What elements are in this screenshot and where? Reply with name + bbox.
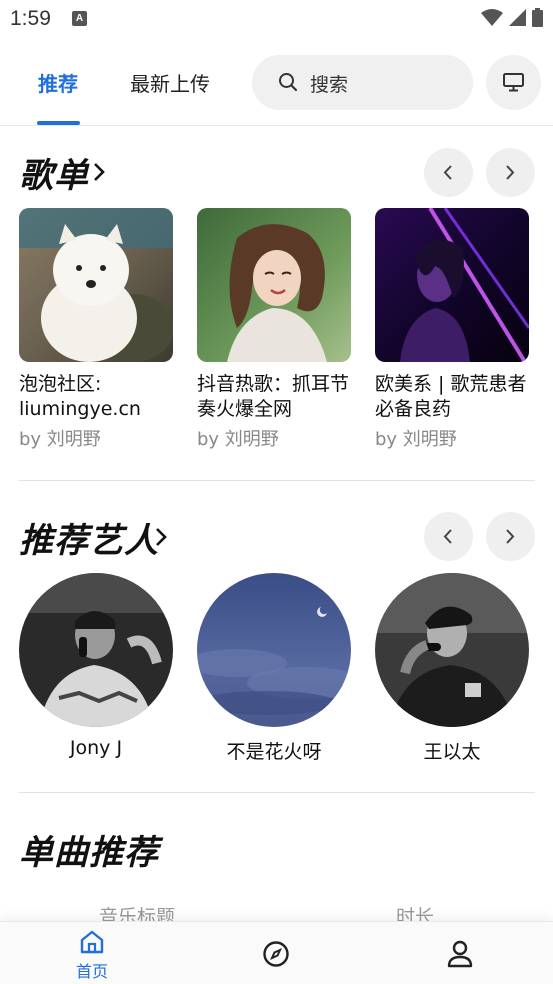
section-title-playlists[interactable]: 歌单 — [19, 148, 89, 197]
playlist-cover-image — [19, 208, 173, 362]
tab-recommend[interactable]: 推荐 — [38, 68, 78, 97]
artist-name: 不是花火呀 — [226, 741, 322, 763]
bottom-navigation: 首页 — [0, 921, 553, 984]
battery-icon — [532, 8, 543, 27]
playlists-next-button[interactable] — [486, 148, 535, 197]
artist-card[interactable]: Jony J — [19, 573, 173, 759]
artist-card[interactable]: 王以太 — [375, 573, 529, 764]
playlist-title: 抖音热歌：抓耳节奏火爆全网 — [197, 373, 350, 420]
chevron-right-icon[interactable] — [92, 162, 106, 182]
playlist-title: 欧美系 | 歌荒患者必备良药 — [375, 373, 527, 420]
home-icon — [80, 930, 104, 954]
search-box[interactable]: 搜索 — [252, 55, 473, 110]
nav-home[interactable]: 首页 — [62, 930, 122, 982]
artist-avatar — [375, 573, 529, 727]
chevron-right-icon — [506, 165, 515, 180]
artist-avatar — [19, 573, 173, 727]
chevron-left-icon — [443, 529, 452, 544]
nav-discover[interactable] — [246, 940, 306, 972]
artist-avatar — [197, 573, 351, 727]
status-time: 1:59 — [10, 7, 51, 30]
playlist-author: by 刘明野 — [375, 429, 457, 450]
search-icon — [279, 73, 298, 92]
tab-latest-uploads[interactable]: 最新上传 — [130, 68, 210, 97]
nav-divider — [0, 125, 553, 126]
wifi-icon — [481, 8, 503, 26]
artist-name: Jony J — [69, 737, 123, 759]
playlist-cover-image — [197, 208, 351, 362]
playlist-card[interactable]: 欧美系 | 歌荒患者必备良药 by 刘明野 — [375, 208, 529, 451]
section-title-artists[interactable]: 推荐艺人 — [19, 513, 159, 562]
nav-profile[interactable] — [430, 940, 490, 972]
playlist-author: by 刘明野 — [19, 429, 101, 450]
playlist-author: by 刘明野 — [197, 429, 279, 450]
artist-card[interactable]: 不是花火呀 — [197, 573, 351, 764]
compass-icon — [263, 941, 289, 967]
chevron-right-icon[interactable] — [154, 527, 168, 547]
playlist-cover-image — [375, 208, 529, 362]
section-title-songs: 单曲推荐 — [19, 833, 159, 873]
top-navigation: 推荐 最新上传 搜索 — [0, 54, 553, 126]
signal-icon — [509, 9, 526, 26]
monitor-icon — [503, 73, 524, 92]
profile-icon — [447, 940, 473, 968]
notification-a-icon: A — [72, 11, 87, 26]
artist-name: 王以太 — [423, 741, 481, 763]
chevron-right-icon — [506, 529, 515, 544]
nav-home-label: 首页 — [75, 962, 108, 981]
playlist-title: 泡泡社区: liumingye.cn — [19, 373, 141, 420]
chevron-left-icon — [443, 165, 452, 180]
playlist-card[interactable]: 泡泡社区: liumingye.cn by 刘明野 — [19, 208, 173, 451]
playlists-prev-button[interactable] — [424, 148, 473, 197]
artists-prev-button[interactable] — [424, 512, 473, 561]
cast-button[interactable] — [486, 55, 541, 110]
artists-next-button[interactable] — [486, 512, 535, 561]
status-bar: 1:59 A — [0, 0, 553, 38]
playlist-card[interactable]: 抖音热歌：抓耳节奏火爆全网 by 刘明野 — [197, 208, 351, 451]
search-placeholder: 搜索 — [310, 74, 349, 96]
section-divider — [19, 480, 535, 481]
section-divider — [19, 792, 535, 793]
